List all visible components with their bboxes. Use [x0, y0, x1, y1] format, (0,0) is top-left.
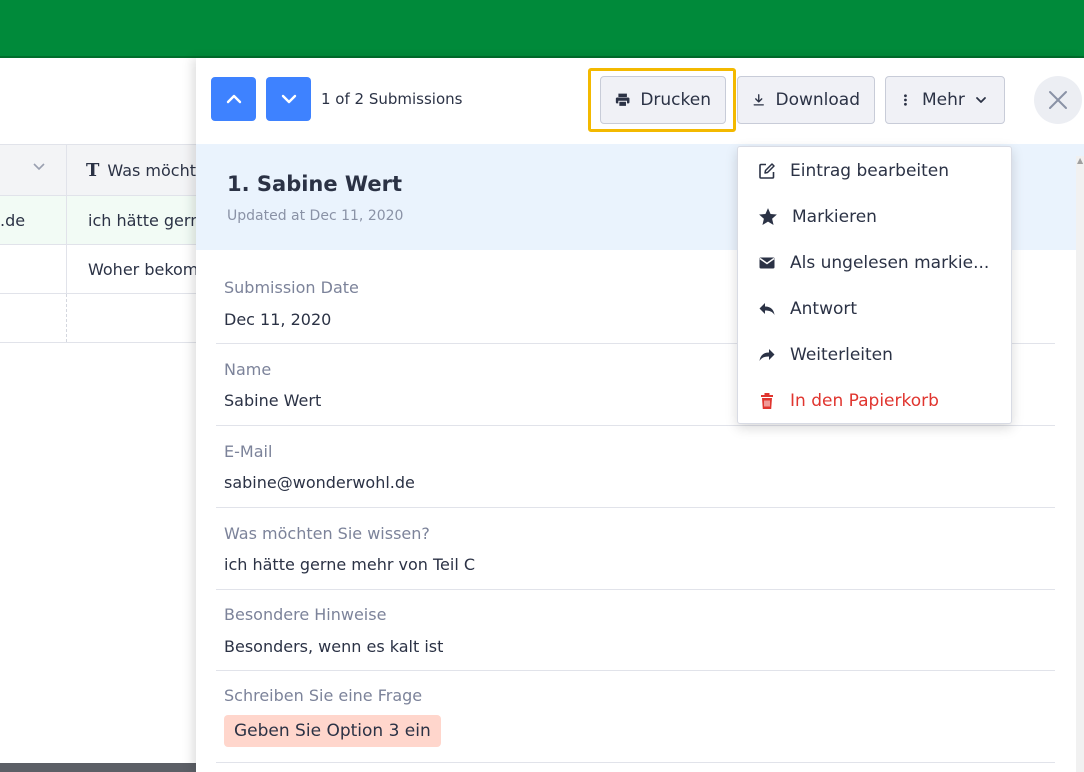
field-label: Was möchten Sie wissen?	[224, 524, 430, 543]
table-cell	[0, 294, 67, 342]
chevron-down-icon	[281, 94, 296, 104]
field-label: Schreiben Sie eine Frage	[224, 686, 423, 705]
menu-item-reply[interactable]: Antwort	[738, 286, 1011, 332]
scroll-up-icon[interactable]: ▲	[1077, 156, 1083, 165]
edit-icon	[759, 163, 775, 179]
table-cell: ich hätte gerne mehr	[88, 210, 196, 230]
more-label: Mehr	[922, 90, 965, 110]
menu-item-edit-entry[interactable]: Eintrag bearbeiten	[738, 148, 1011, 194]
field-value: Dec 11, 2020	[224, 310, 332, 329]
star-icon	[759, 208, 777, 225]
field-write-question: Schreiben Sie eine Frage Geben Sie Optio…	[216, 671, 1055, 763]
chevron-up-icon	[226, 94, 241, 104]
field-value: sabine@wonderwohl.de	[224, 473, 415, 492]
more-menu: Eintrag bearbeiten Markieren Als ungeles…	[737, 146, 1012, 424]
more-vertical-icon	[904, 94, 907, 106]
table-cell	[0, 245, 67, 293]
reply-icon	[759, 303, 775, 315]
table-row[interactable]: .de ich hätte gerne mehr	[0, 196, 196, 245]
forward-icon	[759, 349, 775, 361]
text-type-icon: T	[86, 159, 100, 181]
menu-item-label: Weiterleiten	[790, 345, 893, 365]
previous-submission-button[interactable]	[211, 77, 256, 121]
field-email: E-Mail sabine@wonderwohl.de	[216, 426, 1055, 508]
table-header-cell-question[interactable]: T Was möchten	[68, 145, 196, 195]
menu-item-mark-unread[interactable]: Als ungelesen markie...	[738, 240, 1011, 286]
field-value: Besonders, wenn es kalt ist	[224, 637, 444, 656]
menu-item-label: Markieren	[792, 207, 877, 227]
download-button[interactable]: Download	[737, 76, 875, 124]
menu-item-label: Antwort	[790, 299, 858, 319]
close-panel-button[interactable]	[1034, 76, 1082, 124]
field-label: Name	[224, 360, 272, 379]
print-button[interactable]: Drucken	[600, 76, 726, 124]
table-cell: Woher bekomme	[88, 259, 196, 279]
panel-toolbar: 1 of 2 Submissions Drucken Download Mehr	[196, 58, 1084, 144]
field-label: Submission Date	[224, 278, 359, 297]
table-row[interactable]: Woher bekomme	[0, 245, 196, 294]
table-cell: .de	[0, 196, 67, 244]
submission-counter: 1 of 2 Submissions	[321, 90, 463, 108]
printer-icon	[615, 93, 630, 107]
close-icon	[1049, 91, 1067, 109]
menu-item-label: Als ungelesen markie...	[790, 253, 990, 273]
table-header-label: Was möchten	[107, 160, 196, 180]
field-label: E-Mail	[224, 442, 273, 461]
download-icon	[753, 94, 764, 106]
entry-updated: Updated at Dec 11, 2020	[227, 208, 404, 224]
print-label: Drucken	[640, 90, 711, 110]
chevron-down-icon[interactable]	[32, 159, 46, 177]
table-header-cell[interactable]	[0, 145, 67, 195]
horizontal-scrollbar[interactable]	[0, 763, 196, 772]
option-tag: Geben Sie Option 3 ein	[224, 715, 441, 747]
next-submission-button[interactable]	[266, 77, 311, 121]
menu-item-forward[interactable]: Weiterleiten	[738, 332, 1011, 378]
envelope-icon	[759, 257, 775, 269]
field-question: Was möchten Sie wissen? ich hätte gerne …	[216, 508, 1055, 590]
table-header: T Was möchten	[0, 144, 196, 196]
table-row-empty	[0, 294, 196, 343]
more-button[interactable]: Mehr	[885, 76, 1005, 124]
menu-item-trash[interactable]: In den Papierkorb	[738, 378, 1011, 424]
entry-title: 1. Sabine Wert	[227, 172, 402, 196]
field-label: Besondere Hinweise	[224, 605, 387, 624]
field-value: ich hätte gerne mehr von Teil C	[224, 555, 476, 574]
field-value: Sabine Wert	[224, 391, 322, 410]
table-cell	[68, 294, 196, 342]
top-bar	[0, 0, 1084, 58]
menu-item-label: Eintrag bearbeiten	[790, 161, 950, 181]
trash-icon	[761, 393, 773, 409]
download-label: Download	[775, 90, 860, 110]
chevron-down-icon	[975, 97, 986, 103]
menu-item-mark[interactable]: Markieren	[738, 194, 1011, 240]
field-notes: Besondere Hinweise Besonders, wenn es ka…	[216, 590, 1055, 671]
vertical-scrollbar[interactable]: ▲	[1076, 156, 1084, 772]
menu-item-label: In den Papierkorb	[790, 391, 939, 411]
